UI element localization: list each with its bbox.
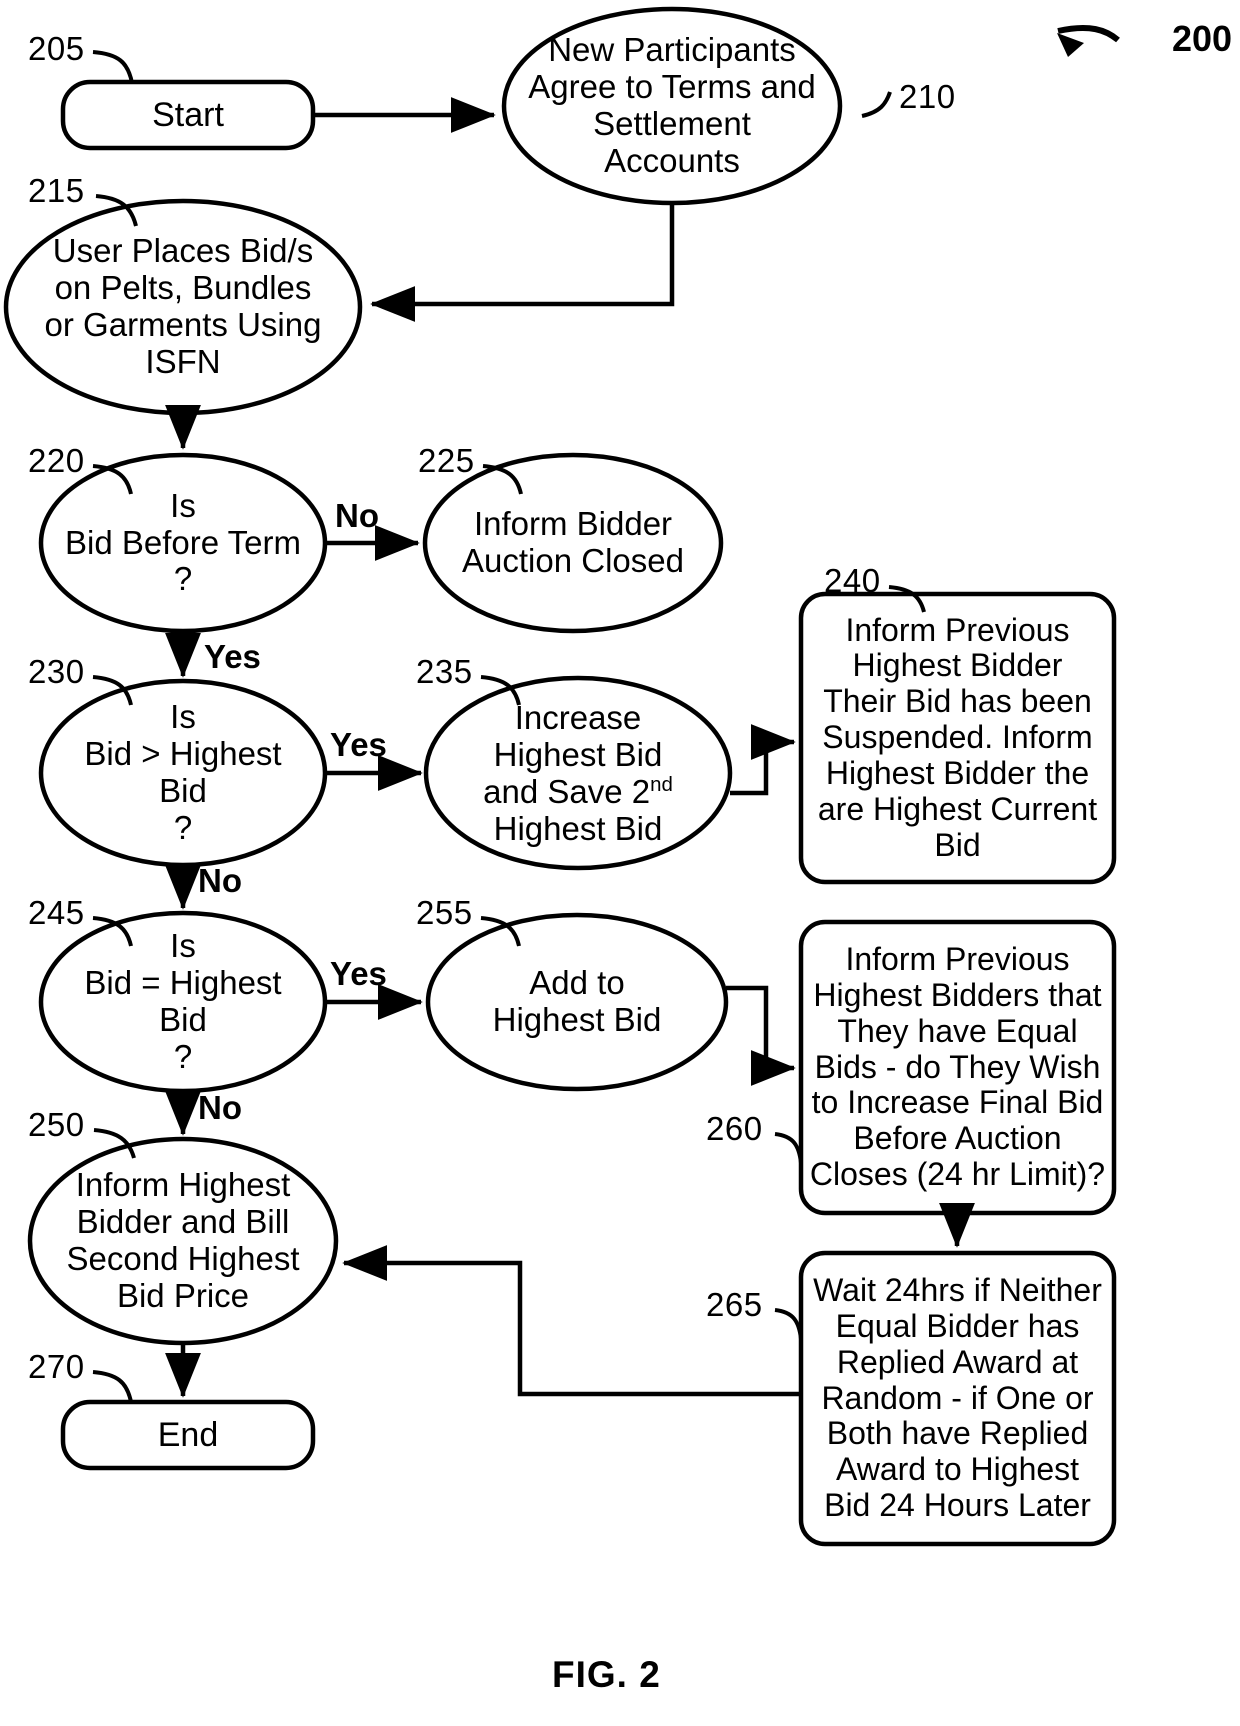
ref-240: 240: [824, 562, 881, 599]
ref-235: 235: [416, 653, 473, 690]
shape-new-participants: [501, 6, 843, 206]
ref-205: 205: [28, 30, 85, 67]
flowchart-graphics: [3, 6, 1120, 1547]
figure-caption: FIG. 2: [552, 1654, 661, 1695]
edge-label-term-no: No: [335, 497, 379, 534]
overall-ref-arrowhead: [1057, 33, 1084, 57]
edge-210-to-215: [370, 203, 675, 322]
leader-205: [92, 50, 134, 84]
ref-245: 245: [28, 894, 85, 931]
shape-inform-previous-equal: [798, 919, 1117, 1216]
edge-255-to-260: [726, 985, 796, 1086]
ref-215: 215: [28, 172, 85, 209]
shape-inform-highest-bidder-bill: [27, 1136, 339, 1346]
leader-260: [774, 1132, 803, 1164]
edge-label-equal-no: No: [198, 1089, 242, 1126]
leader-210: [861, 91, 892, 118]
shape-is-bid-before-term: [38, 452, 328, 634]
shape-is-bid-greater: [38, 678, 328, 868]
ref-255: 255: [416, 894, 473, 931]
ref-265: 265: [706, 1286, 763, 1323]
shape-wait-24hrs: [798, 1250, 1117, 1547]
leader-265: [774, 1308, 803, 1340]
ref-220: 220: [28, 442, 85, 479]
shape-inform-previous-suspended: [798, 591, 1117, 885]
ref-260: 260: [706, 1110, 763, 1147]
ref-250: 250: [28, 1106, 85, 1143]
ref-230: 230: [28, 653, 85, 690]
edge-235-to-240: [730, 724, 796, 796]
shape-add-to-highest-bid: [425, 912, 729, 1092]
edge-label-greater-yes: Yes: [330, 726, 387, 763]
shape-start: [60, 79, 316, 151]
ref-225: 225: [418, 442, 475, 479]
shape-increase-highest-bid: [423, 675, 733, 871]
leader-270: [92, 1370, 133, 1403]
ref-270: 270: [28, 1348, 85, 1385]
overall-ref-200: 200: [1172, 18, 1233, 59]
edge-265-to-250: [342, 1245, 801, 1397]
edge-label-term-yes: Yes: [204, 638, 261, 675]
edge-label-equal-yes: Yes: [330, 955, 387, 992]
shape-inform-bidder-auction-closed: [422, 452, 724, 634]
shape-is-bid-equal: [38, 910, 328, 1094]
shape-end: [60, 1399, 316, 1471]
edge-label-greater-no: No: [198, 862, 242, 899]
figure-canvas: Start New Participants Agree to Terms an…: [0, 0, 1240, 1726]
shape-user-places-bids: [3, 198, 363, 416]
ref-210: 210: [899, 78, 956, 115]
leader-240: [888, 585, 926, 613]
